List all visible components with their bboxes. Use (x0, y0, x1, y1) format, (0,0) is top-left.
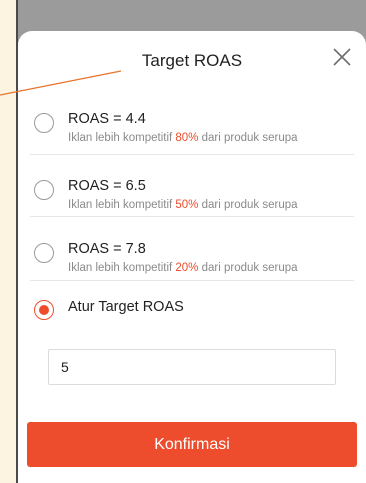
desc-text: Iklan lebih kompetitif (68, 199, 176, 211)
phone-screen: Target ROAS ROAS = 4.4 Iklan lebih kompe… (18, 0, 366, 483)
sheet-header: Target ROAS (18, 31, 366, 91)
sheet-title: Target ROAS (141, 51, 243, 70)
option-text: Atur Target ROAS (68, 297, 354, 316)
option-roas-6-5[interactable]: ROAS = 6.5 Iklan lebih kompetitif 50% da… (30, 155, 354, 217)
close-icon[interactable] (330, 45, 354, 69)
target-roas-input[interactable] (48, 349, 336, 385)
radio-button-selected[interactable] (34, 300, 54, 320)
option-description: Iklan lebih kompetitif 50% dari produk s… (68, 197, 354, 213)
option-text: ROAS = 4.4 Iklan lebih kompetitif 80% da… (68, 110, 354, 146)
desc-text: Iklan lebih kompetitif (68, 262, 176, 274)
confirm-button[interactable]: Konfirmasi (27, 422, 357, 467)
roas-options: ROAS = 4.4 Iklan lebih kompetitif 80% da… (18, 91, 366, 341)
percent-highlight: 80% (175, 132, 199, 144)
desc-text: dari produk serupa (198, 199, 298, 211)
percent-highlight: 50% (175, 199, 199, 211)
target-roas-sheet: Target ROAS ROAS = 4.4 Iklan lebih kompe… (18, 31, 366, 483)
radio-button[interactable] (34, 113, 54, 133)
option-text: ROAS = 6.5 Iklan lebih kompetitif 50% da… (68, 177, 354, 213)
option-label: ROAS = 7.8 (68, 241, 146, 257)
page-margin (0, 0, 17, 483)
desc-text: Iklan lebih kompetitif (68, 132, 176, 144)
option-description: Iklan lebih kompetitif 20% dari produk s… (68, 260, 354, 276)
option-label: ROAS = 6.5 (68, 178, 146, 194)
option-description: Iklan lebih kompetitif 80% dari produk s… (68, 130, 354, 146)
radio-button[interactable] (34, 243, 54, 263)
radio-dot (39, 305, 49, 315)
option-roas-7-8[interactable]: ROAS = 7.8 Iklan lebih kompetitif 20% da… (30, 217, 354, 281)
option-label: ROAS = 4.4 (68, 111, 146, 127)
desc-text: dari produk serupa (198, 132, 298, 144)
option-roas-4-4[interactable]: ROAS = 4.4 Iklan lebih kompetitif 80% da… (30, 91, 354, 155)
option-text: ROAS = 7.8 Iklan lebih kompetitif 20% da… (68, 240, 354, 276)
desc-text: dari produk serupa (198, 262, 298, 274)
radio-button[interactable] (34, 180, 54, 200)
option-label: Atur Target ROAS (68, 299, 184, 315)
percent-highlight: 20% (175, 262, 199, 274)
option-custom-roas[interactable]: Atur Target ROAS (30, 281, 354, 341)
